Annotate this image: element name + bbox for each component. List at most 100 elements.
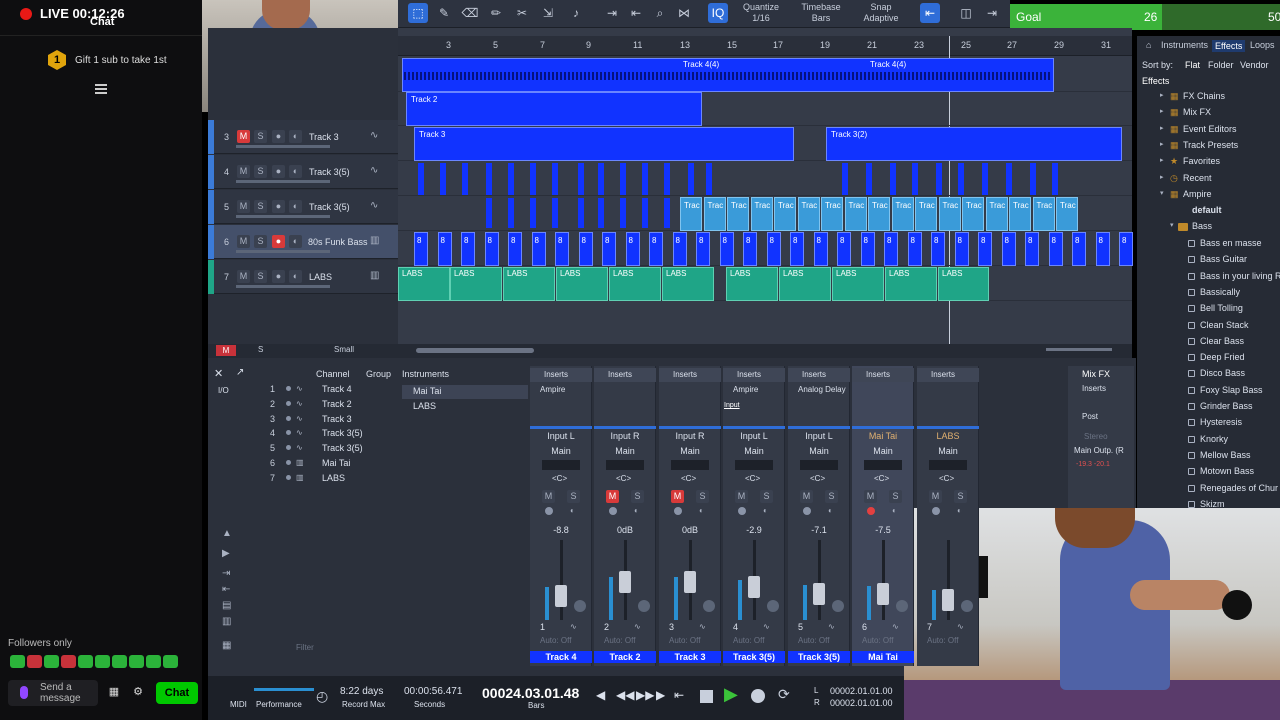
home-icon[interactable]: ⌂ [1146, 40, 1151, 50]
insert-slot[interactable]: Analog Delay [798, 385, 846, 394]
chat-menu-icon[interactable] [95, 84, 107, 94]
visibility-icon[interactable] [286, 386, 291, 391]
automation-mode[interactable]: Auto: Off [733, 636, 764, 645]
settings-gear-icon[interactable]: ⚙ [132, 686, 144, 698]
visibility-icon[interactable] [286, 460, 291, 465]
browser-preset[interactable]: Foxy Slap Bass [1200, 385, 1263, 395]
snap-selector[interactable]: Snap Adaptive [856, 2, 906, 24]
volume-fader[interactable] [813, 582, 825, 605]
horizontal-scrollbar[interactable] [416, 348, 534, 353]
output-selector[interactable]: Main [788, 446, 850, 456]
strip-record-icon[interactable] [738, 507, 746, 515]
browser-preset[interactable]: Bassically [1200, 287, 1240, 297]
tab-instruments[interactable]: Instruments [1161, 40, 1208, 50]
tab-instruments-console[interactable]: Instruments [402, 369, 449, 379]
timebase-selector[interactable]: Timebase Bars [796, 2, 846, 24]
main-inserts-label[interactable]: Inserts [1082, 384, 1106, 393]
emote-icon[interactable] [112, 655, 127, 668]
io-button[interactable]: I/O [218, 386, 229, 395]
channel-list-item[interactable]: Mai Tai [322, 458, 350, 468]
sort-flat[interactable]: Flat [1185, 60, 1200, 70]
loop-icon[interactable]: ⟳ [778, 686, 790, 703]
strip-record-icon[interactable] [867, 507, 875, 515]
browser-preset[interactable]: Clean Stack [1200, 320, 1249, 330]
insert-slot[interactable]: Ampire [540, 385, 565, 394]
midi-note-blip[interactable] [620, 198, 626, 228]
midi-note-blip[interactable] [982, 163, 988, 195]
track-volume-bar[interactable] [236, 215, 330, 218]
post-label[interactable]: Post [1082, 412, 1098, 421]
fader-knob-small[interactable] [638, 600, 650, 612]
track-mute-button[interactable]: M [237, 235, 250, 248]
fader-knob-small[interactable] [896, 600, 908, 612]
store-icon[interactable]: ▦ [108, 686, 120, 698]
track-name[interactable]: Track 3(5) [309, 167, 350, 177]
listen-tool-icon[interactable]: ♪ [566, 3, 586, 23]
audio-clip-track2[interactable] [406, 92, 702, 126]
footer-solo-button[interactable]: S [258, 345, 263, 354]
stop-icon[interactable] [700, 690, 713, 703]
play-icon[interactable]: ▶ [724, 684, 738, 705]
footer-mute-button[interactable]: M [216, 345, 236, 356]
strip-name-label[interactable]: Track 3(5) [788, 651, 850, 663]
automation-mode[interactable]: Auto: Off [927, 636, 958, 645]
track-monitor-button[interactable]: ◐ [289, 130, 302, 143]
automation-icon[interactable]: ∿ [828, 622, 835, 631]
strip-monitor-icon[interactable]: ◐ [570, 506, 575, 515]
track-name[interactable]: 80s Funk Bass [308, 237, 368, 247]
input-selector[interactable]: Mai Tai [852, 431, 914, 441]
browser-preset[interactable]: Bass Guitar [1200, 254, 1247, 264]
console-side-icon[interactable]: ⇥ [222, 568, 230, 579]
browser-preset[interactable]: Bass en masse [1200, 238, 1262, 248]
expand-arrow-icon[interactable]: ▸ [1160, 140, 1164, 148]
automation-icon[interactable]: ∿ [699, 622, 706, 631]
expand-arrow-icon[interactable]: ▸ [1160, 91, 1164, 99]
browser-preset[interactable]: Renegades of Chur [1200, 483, 1278, 493]
track-mute-button[interactable]: M [237, 200, 250, 213]
strip-mute-button[interactable]: M [735, 490, 748, 503]
midi-note-blip[interactable] [598, 163, 604, 195]
channel-list-item[interactable]: Track 3(5) [322, 443, 363, 453]
track-volume-bar[interactable] [236, 145, 330, 148]
track-record-button[interactable]: ● [272, 130, 285, 143]
browser-preset[interactable]: Knorky [1200, 434, 1228, 444]
console-side-icon[interactable]: ▲ [222, 528, 232, 539]
midi-note-blip[interactable] [642, 198, 648, 228]
channel-list-item[interactable]: LABS [322, 473, 345, 483]
automation-icon[interactable]: ∿ [763, 622, 770, 631]
strip-name-label[interactable]: Track 2 [594, 651, 656, 663]
browser-preset[interactable]: Mellow Bass [1200, 450, 1251, 460]
record-icon[interactable] [751, 689, 765, 703]
loop-left-position[interactable]: 00002.01.01.00 [830, 686, 893, 696]
midi-note-blip[interactable] [842, 163, 848, 195]
expand-arrow-icon[interactable]: ▾ [1170, 221, 1174, 229]
midi-note-blip[interactable] [552, 163, 558, 195]
tab-loops[interactable]: Loops [1250, 40, 1275, 50]
browser-item[interactable]: FX Chains [1183, 91, 1225, 101]
midi-note-blip[interactable] [936, 163, 942, 195]
browser-preset[interactable]: Bass in your living R [1200, 271, 1280, 281]
filter-input[interactable]: Filter [296, 643, 314, 652]
browser-preset[interactable]: Clear Bass [1200, 336, 1244, 346]
browser-preset[interactable]: Skizm [1200, 499, 1225, 509]
inserts-header[interactable]: Inserts [659, 368, 721, 382]
automation-mode[interactable]: Auto: Off [540, 636, 571, 645]
fader-knob-small[interactable] [961, 600, 973, 612]
tab-effects[interactable]: Effects [1212, 40, 1246, 52]
strip-mute-button[interactable]: M [542, 490, 555, 503]
arrow-tool-icon[interactable]: ⬚ [408, 3, 428, 23]
pan-display[interactable] [542, 460, 580, 470]
channel-list-item[interactable]: Track 3 [322, 414, 352, 424]
midi-note-blip[interactable] [486, 198, 492, 228]
fader-knob-small[interactable] [703, 600, 715, 612]
sort-vendor[interactable]: Vendor [1240, 60, 1269, 70]
insert-slot[interactable]: Ampire [733, 385, 758, 394]
midi-note-blip[interactable] [1006, 163, 1012, 195]
strip-monitor-icon[interactable]: ◐ [892, 506, 897, 515]
automation-icon[interactable]: ∿ [957, 622, 964, 631]
midi-note-blip[interactable] [620, 163, 626, 195]
output-selector[interactable]: Main [917, 446, 979, 456]
strip-solo-button[interactable]: S [954, 490, 967, 503]
midi-note-blip[interactable] [578, 163, 584, 195]
emote-icon[interactable] [129, 655, 144, 668]
